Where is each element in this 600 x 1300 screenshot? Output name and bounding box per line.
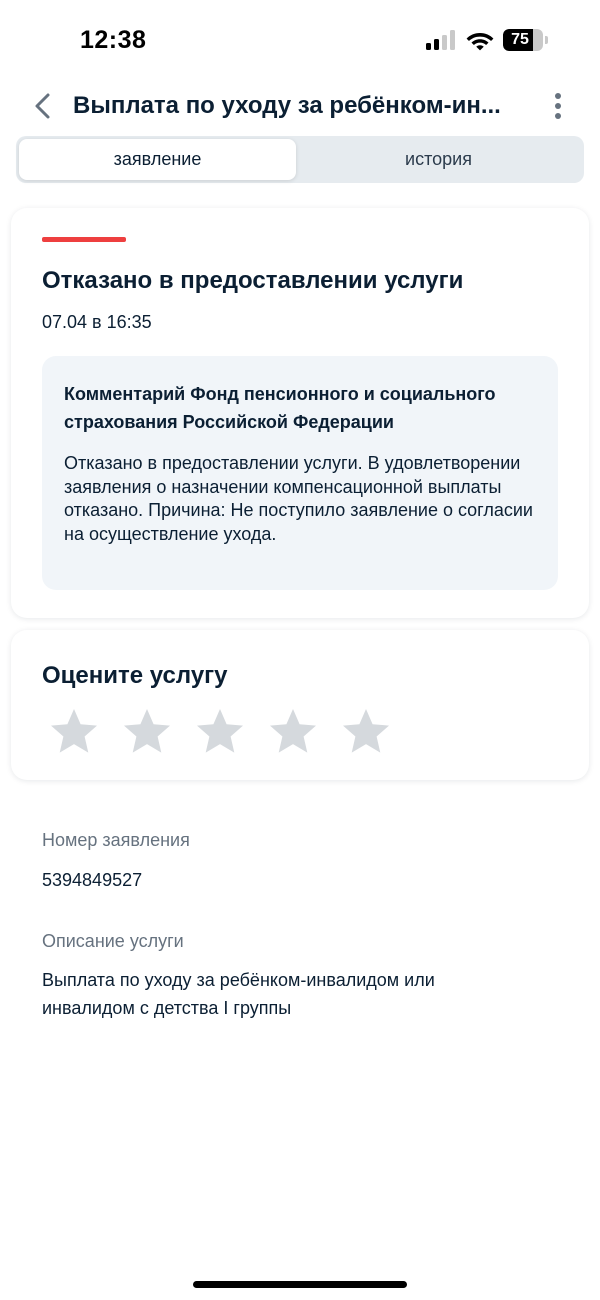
star-icon[interactable] — [194, 706, 246, 758]
star-icon[interactable] — [267, 706, 319, 758]
page-title: Выплата по уходу за ребёнком-ин... — [73, 92, 501, 119]
cellular-signal-icon — [426, 30, 455, 50]
rating-card: Оцените услугу — [11, 630, 589, 780]
star-icon[interactable] — [121, 706, 173, 758]
battery-nub — [545, 36, 548, 44]
tab-application[interactable]: заявление — [19, 139, 296, 180]
battery-icon: 75 — [503, 29, 543, 51]
header: Выплата по уходу за ребёнком-ин... — [0, 80, 600, 132]
comment-box: Комментарий Фонд пенсионного и социально… — [42, 356, 558, 590]
status-bar: 12:38 75 — [0, 0, 600, 80]
status-date: 07.04 в 16:35 — [42, 312, 152, 332]
more-vertical-icon[interactable] — [546, 92, 570, 120]
battery-level: 75 — [511, 31, 529, 48]
service-description-value: Выплата по уходу за ребёнком-инвалидом и… — [42, 970, 435, 1018]
chevron-left-icon[interactable] — [28, 90, 60, 122]
home-indicator — [193, 1281, 407, 1288]
wifi-icon — [466, 33, 494, 51]
status-time: 12:38 — [80, 26, 147, 54]
star-icon[interactable] — [340, 706, 392, 758]
star-icon[interactable] — [48, 706, 100, 758]
status-card: Отказано в предоставлении услуги 07.04 в… — [11, 208, 589, 618]
service-description-label: Описание услуги — [42, 931, 184, 951]
tab-history[interactable]: история — [296, 139, 581, 180]
application-number-label: Номер заявления — [42, 830, 190, 850]
application-number-value: 5394849527 — [42, 870, 143, 890]
status-indicator-line — [42, 237, 126, 242]
segmented-tabs: заявление история — [16, 136, 584, 183]
comment-title: Комментарий Фонд пенсионного и социально… — [64, 384, 496, 432]
star-rating — [48, 706, 408, 758]
status-title: Отказано в предоставлении услуги — [42, 267, 464, 294]
comment-text: Отказано в предоставлении услуги. В удов… — [64, 453, 533, 544]
rating-title: Оцените услугу — [42, 662, 228, 689]
